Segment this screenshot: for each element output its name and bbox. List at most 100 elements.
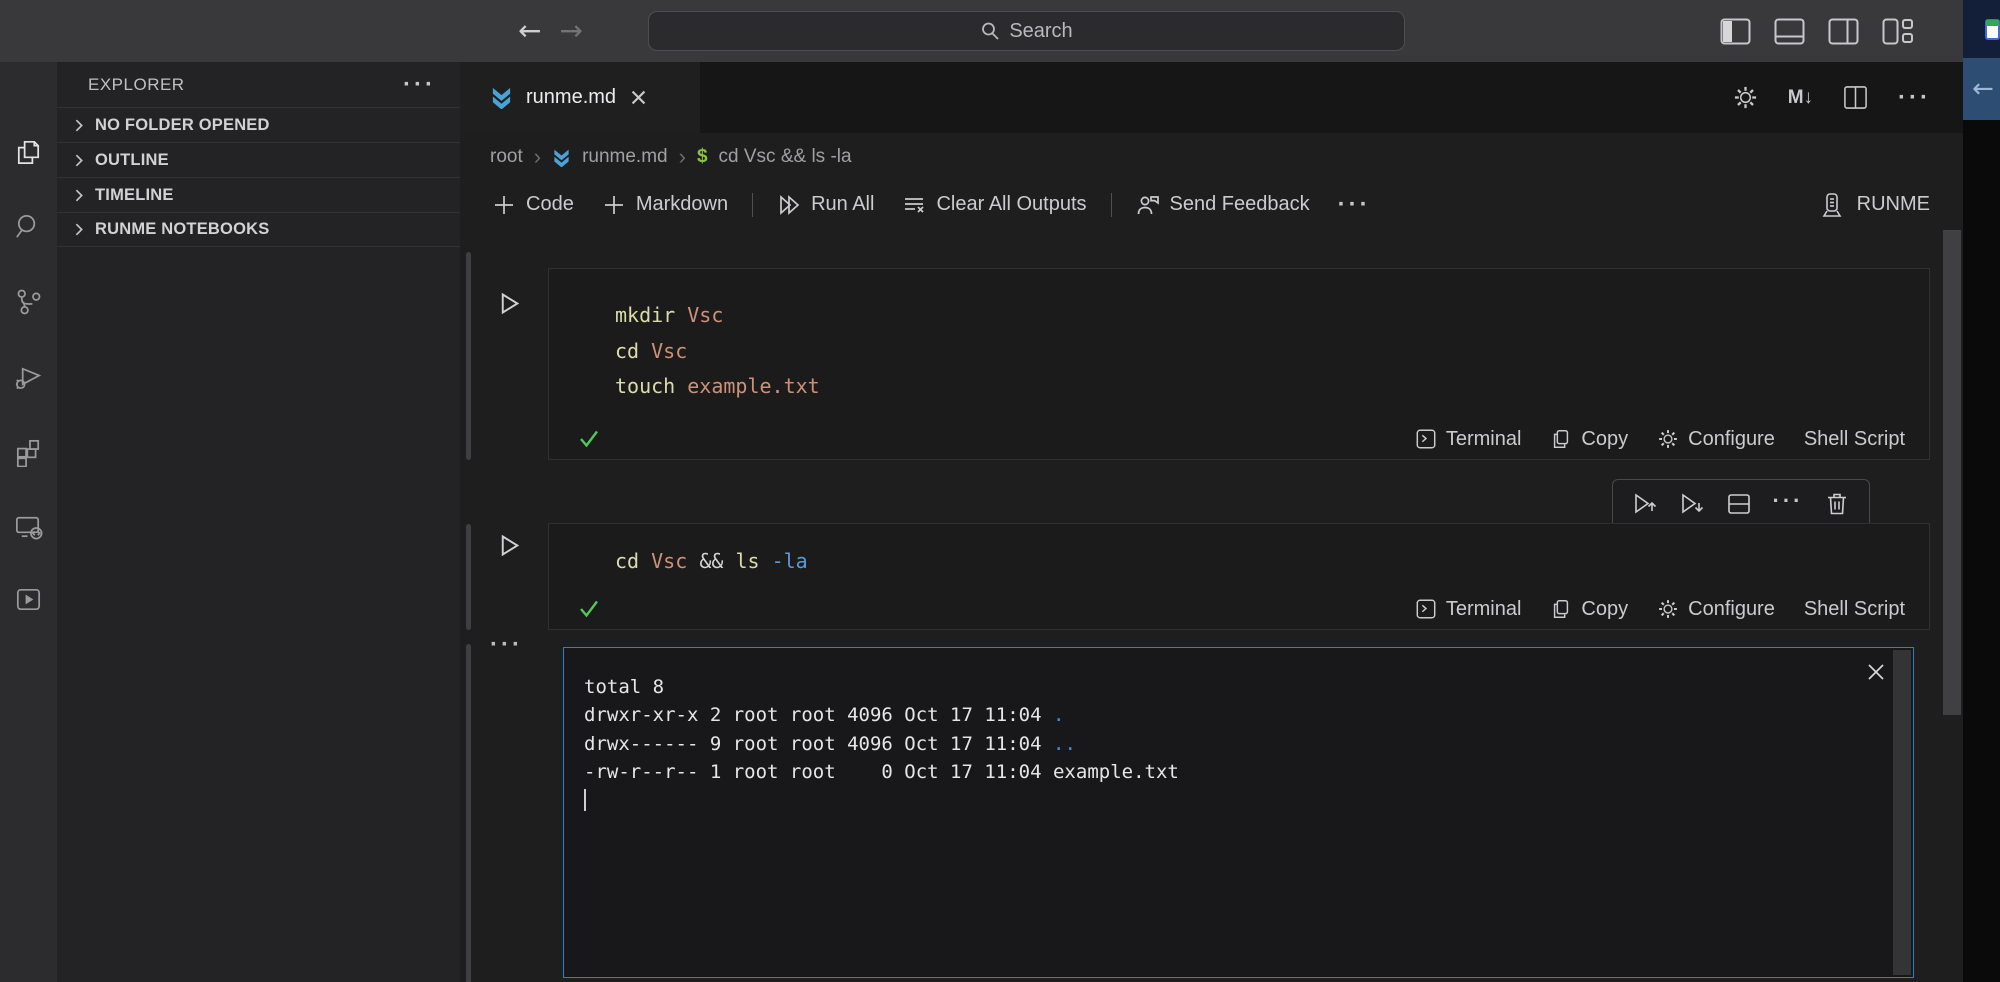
chevron-right-icon — [70, 187, 87, 204]
breadcrumb-file[interactable]: runme.md — [582, 146, 668, 168]
command-center-search[interactable]: Search — [648, 11, 1405, 51]
tab-label: runme.md — [526, 86, 616, 109]
output-scrollbar[interactable] — [1893, 650, 1911, 975]
action-label: Shell Script — [1804, 428, 1905, 451]
feedback-icon — [1136, 193, 1160, 217]
cell-output-terminal[interactable]: total 8drwxr-xr-x 2 root root 4096 Oct 1… — [563, 647, 1914, 978]
runme-brand-icon — [1819, 192, 1845, 218]
code-cell[interactable]: cd Vsc && ls -la Terminal Copy — [548, 523, 1930, 630]
open-terminal-button[interactable]: Terminal — [1407, 428, 1530, 451]
search-icon — [980, 21, 1000, 41]
action-label: Configure — [1688, 428, 1775, 451]
execute-cell-and-below-icon[interactable] — [1679, 491, 1705, 517]
open-terminal-button[interactable]: Terminal — [1407, 598, 1530, 621]
runme-brand-button[interactable]: RUNME — [1819, 192, 1930, 218]
cell-status-bar: Terminal Copy Configure Shell Script — [549, 589, 1929, 629]
action-label: Copy — [1581, 598, 1628, 621]
action-label: Terminal — [1446, 598, 1522, 621]
activity-bar — [0, 62, 57, 982]
cell-focus-indicator[interactable] — [466, 524, 471, 630]
toggle-panel-icon[interactable] — [1774, 18, 1805, 45]
split-editor-icon[interactable] — [1843, 85, 1868, 110]
cell-more-actions-icon[interactable]: ··· — [1773, 495, 1804, 513]
run-all-icon — [777, 193, 801, 217]
history-back-button[interactable]: ← — [518, 17, 541, 45]
sidebar-section-no-folder-opened[interactable]: NO FOLDER OPENED — [57, 107, 460, 142]
chevron-right-icon — [70, 152, 87, 169]
button-label: Clear All Outputs — [936, 193, 1086, 216]
toggle-secondary-sidebar-icon[interactable] — [1828, 18, 1859, 45]
cell-hover-toolbar: ··· — [1612, 479, 1870, 529]
runme-notebook-icon[interactable] — [13, 584, 44, 615]
send-feedback-button[interactable]: Send Feedback — [1122, 193, 1324, 217]
editor-scrollbar[interactable] — [1943, 230, 1961, 715]
delete-cell-icon[interactable] — [1824, 491, 1850, 517]
success-check-icon — [577, 427, 601, 451]
source-control-icon[interactable] — [13, 286, 44, 317]
terminal-cursor — [584, 789, 586, 811]
cell-focus-indicator[interactable] — [466, 644, 471, 982]
tab-runme-md[interactable]: runme.md — [460, 62, 700, 133]
run-cell-button[interactable] — [496, 290, 523, 317]
run-cell-button[interactable] — [496, 532, 523, 559]
section-label: RUNME NOTEBOOKS — [95, 220, 269, 239]
background-window-toolbar: ← — [1963, 58, 2000, 120]
button-label: Run All — [811, 193, 874, 216]
configure-button[interactable]: Configure — [1649, 598, 1783, 621]
customize-layout-icon[interactable] — [1882, 18, 1913, 45]
output-text: total 8drwxr-xr-x 2 root root 4096 Oct 1… — [584, 673, 1179, 815]
sidebar-section-timeline[interactable]: TIMELINE — [57, 177, 460, 212]
vscode-window: ← → Search — [0, 0, 2000, 982]
action-label: Configure — [1688, 598, 1775, 621]
copy-button[interactable]: Copy — [1542, 598, 1636, 621]
cell-focus-indicator[interactable] — [466, 252, 471, 460]
toolbar-divider — [752, 193, 753, 217]
breadcrumb-command[interactable]: cd Vsc && ls -la — [719, 146, 852, 168]
breadcrumb-separator: › — [534, 144, 541, 170]
history-forward-button[interactable]: → — [559, 17, 582, 45]
cell-language-label[interactable]: Shell Script — [1796, 428, 1913, 451]
run-and-debug-icon[interactable] — [13, 361, 44, 392]
clear-all-outputs-button[interactable]: Clear All Outputs — [888, 193, 1100, 217]
search-icon[interactable] — [13, 211, 44, 242]
copy-icon — [1550, 598, 1572, 620]
split-cell-icon[interactable] — [1726, 491, 1752, 517]
notebook-toolbar: Code Markdown Run All Clear All Outputs … — [460, 181, 1963, 228]
action-label: Copy — [1581, 428, 1628, 451]
brand-label: RUNME — [1857, 193, 1930, 216]
cell-language-label[interactable]: Shell Script — [1796, 598, 1913, 621]
execute-above-cells-icon[interactable] — [1632, 491, 1658, 517]
cell-code[interactable]: cd Vsc && ls -la — [549, 524, 1929, 580]
add-code-cell-button[interactable]: Code — [478, 193, 588, 217]
breadcrumb-symbol-icon: $ — [697, 146, 708, 168]
gear-icon — [1657, 428, 1679, 450]
code-cell[interactable]: mkdir Vsccd Vsctouch example.txt Termina… — [548, 268, 1930, 460]
run-all-button[interactable]: Run All — [763, 193, 888, 217]
section-label: NO FOLDER OPENED — [95, 116, 270, 135]
copy-icon — [1550, 428, 1572, 450]
close-tab-icon[interactable] — [629, 88, 648, 107]
action-label: Shell Script — [1804, 598, 1905, 621]
configure-button[interactable]: Configure — [1649, 428, 1783, 451]
close-output-icon[interactable] — [1865, 661, 1887, 683]
copy-button[interactable]: Copy — [1542, 428, 1636, 451]
button-label: Send Feedback — [1170, 193, 1310, 216]
toggle-primary-sidebar-icon[interactable] — [1720, 18, 1751, 45]
remote-explorer-icon[interactable] — [13, 511, 44, 542]
sidebar-section-outline[interactable]: OUTLINE — [57, 142, 460, 177]
extensions-icon[interactable] — [13, 436, 44, 467]
sidebar-section-runme-notebooks[interactable]: RUNME NOTEBOOKS — [57, 212, 460, 247]
background-window-strip: ← — [1963, 0, 2000, 982]
settings-gear-icon[interactable] — [1733, 85, 1758, 110]
add-markdown-cell-button[interactable]: Markdown — [588, 193, 742, 217]
breadcrumb-separator: › — [679, 144, 686, 170]
title-bar: ← → Search — [0, 0, 1963, 62]
cell-code[interactable]: mkdir Vsccd Vsctouch example.txt — [549, 269, 1929, 405]
explorer-icon[interactable] — [13, 136, 44, 167]
breadcrumb: root › runme.md › $ cd Vsc && ls -la — [460, 133, 1963, 181]
breadcrumb-root[interactable]: root — [490, 146, 523, 168]
open-markdown-preview-icon[interactable]: M↓ — [1788, 87, 1813, 109]
section-label: OUTLINE — [95, 151, 169, 170]
editor-group: runme.md M↓ ··· — [460, 62, 1963, 982]
terminal-icon — [1415, 428, 1437, 450]
